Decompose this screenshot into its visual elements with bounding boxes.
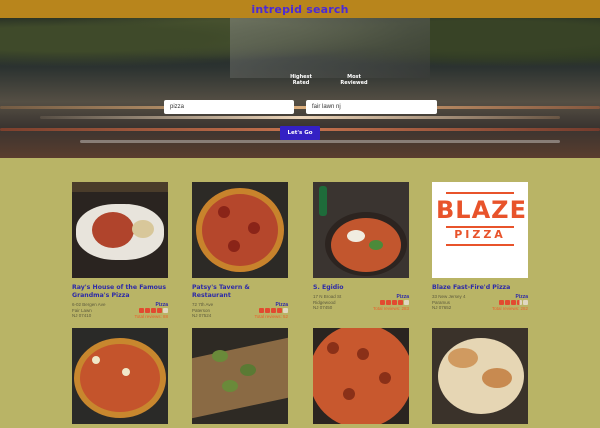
star-icon (511, 300, 516, 305)
result-card[interactable]: Ray's House of the Famous Grandma's Pizz… (72, 182, 168, 322)
restaurant-photo[interactable] (313, 182, 409, 278)
result-card[interactable] (313, 328, 409, 424)
star-icon (259, 308, 264, 313)
restaurant-name[interactable]: Patsy's Tavern & Restaurant (192, 284, 288, 300)
result-card[interactable]: BLAZE PIZZA Blaze Fast-Fire'd Pizza 33 N… (432, 182, 528, 314)
restaurant-photo[interactable] (72, 182, 168, 278)
restaurant-name[interactable]: S. Egidio (313, 284, 409, 292)
logo-rule (446, 244, 514, 246)
sort-most-reviewed[interactable]: Most Reviewed (338, 74, 370, 86)
star-icon (271, 308, 276, 313)
star-icon (404, 300, 409, 305)
result-card[interactable]: S. Egidio 17 N Broad St Ridgewood NJ 074… (313, 182, 409, 314)
hero-banner: Highest Rated Most Reviewed pizza fair l… (0, 18, 600, 158)
result-card[interactable] (432, 328, 528, 424)
lets-go-button[interactable]: Let's Go (280, 126, 320, 140)
star-icon (380, 300, 385, 305)
review-count: Total reviews: 88 (134, 314, 168, 319)
light-streak (0, 106, 600, 109)
star-icon (398, 300, 403, 305)
restaurant-meta: 72 7th Ave Paterson NJ 07524 Pizza Total… (192, 302, 288, 322)
restaurant-name[interactable]: Ray's House of the Famous Grandma's Pizz… (72, 284, 168, 300)
light-streak (40, 116, 560, 119)
light-streak (80, 140, 560, 143)
logo-sub: PIZZA (454, 228, 506, 241)
sort-highest-rated[interactable]: Highest Rated (288, 74, 314, 86)
restaurant-photo[interactable] (313, 328, 409, 424)
restaurant-meta: 17 N Broad St Ridgewood NJ 07450 Pizza T… (313, 294, 409, 314)
restaurant-photo[interactable]: BLAZE PIZZA (432, 182, 528, 278)
result-card[interactable] (72, 328, 168, 424)
review-count: Total reviews: 282 (491, 306, 528, 311)
result-card[interactable]: Patsy's Tavern & Restaurant 72 7th Ave P… (192, 182, 288, 322)
search-term-input[interactable]: pizza (164, 100, 294, 114)
star-icon (392, 300, 397, 305)
star-icon (163, 308, 168, 313)
review-count: Total reviews: 52 (254, 314, 288, 319)
location-input[interactable]: fair lawn nj (306, 100, 437, 114)
star-icon (277, 308, 282, 313)
restaurant-photo[interactable] (192, 182, 288, 278)
star-icon (157, 308, 162, 313)
restaurant-photo[interactable] (72, 328, 168, 424)
result-card[interactable] (192, 328, 288, 424)
blaze-logo: BLAZE PIZZA (432, 182, 528, 278)
star-rating (380, 300, 409, 305)
review-count: Total reviews: 283 (372, 306, 409, 311)
app-brand[interactable]: intrepid search (251, 3, 348, 16)
top-bar: intrepid search (0, 0, 600, 18)
star-icon (145, 308, 150, 313)
star-icon (505, 300, 510, 305)
star-icon (517, 300, 522, 305)
restaurant-photo[interactable] (192, 328, 288, 424)
logo-rule (446, 192, 514, 194)
star-icon (139, 308, 144, 313)
star-icon (283, 308, 288, 313)
star-icon (499, 300, 504, 305)
star-icon (386, 300, 391, 305)
hero-building (230, 18, 430, 78)
logo-word: BLAZE (436, 196, 527, 224)
restaurant-meta: 33 New Jersey 4 Paramus NJ 07652 Pizza T… (432, 294, 528, 314)
restaurant-meta: 6-02 Bergen Ave Fair Lawn NJ 07410 Pizza… (72, 302, 168, 322)
star-icon (265, 308, 270, 313)
star-rating (259, 308, 288, 313)
star-rating (139, 308, 168, 313)
star-icon (151, 308, 156, 313)
restaurant-name[interactable]: Blaze Fast-Fire'd Pizza (432, 284, 528, 292)
restaurant-photo[interactable] (432, 328, 528, 424)
star-icon (523, 300, 528, 305)
star-rating (499, 300, 528, 305)
